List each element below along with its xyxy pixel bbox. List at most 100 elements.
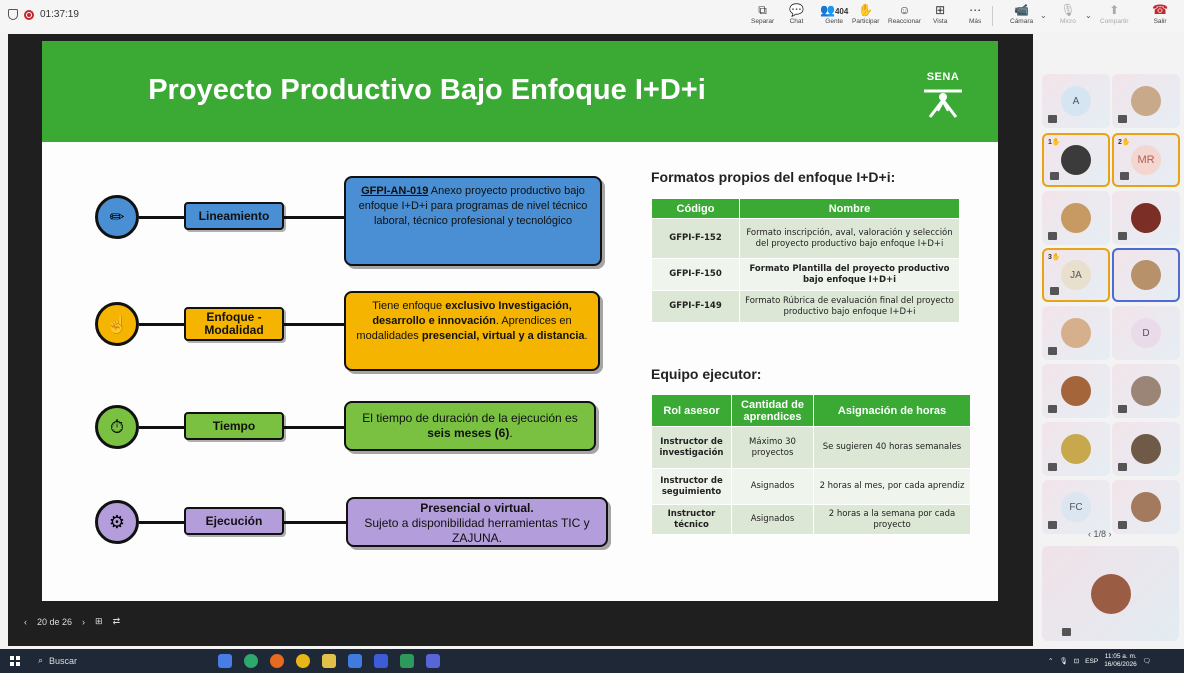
table-row: GFPI-F-149 Formato Rúbrica de evaluación…: [651, 290, 960, 323]
record-icon: [24, 9, 34, 20]
participant-tile[interactable]: [1112, 248, 1180, 302]
avatar: A: [1061, 86, 1091, 116]
participant-tile[interactable]: [1112, 191, 1180, 245]
participant-tile[interactable]: [1112, 364, 1180, 418]
slide-title: Proyecto Productivo Bajo Enfoque I+D+i: [148, 74, 706, 106]
avatar: JA: [1061, 260, 1091, 290]
camara-options-chevron-icon[interactable]: ⌄: [1040, 11, 1047, 20]
participant-tile[interactable]: [1112, 74, 1180, 128]
participants-pager: ‹ 1/8 ›: [1088, 529, 1112, 539]
participant-tile[interactable]: 2✋ MR: [1112, 133, 1180, 187]
taskbar-app-icon[interactable]: [348, 654, 362, 668]
notification-icon[interactable]: 🗨: [1143, 657, 1151, 665]
separar-button[interactable]: ⧉ Separar: [751, 2, 774, 30]
table-row: GFPI-F-150 Formato Plantilla del proyect…: [651, 258, 960, 291]
formatos-title: Formatos propios del enfoque I+D+i:: [651, 169, 896, 185]
grid-view-icon[interactable]: ⊞: [95, 616, 103, 627]
avatar: [1131, 203, 1161, 233]
label-tiempo: Tiempo: [184, 412, 284, 440]
mic-muted-icon: [1118, 463, 1127, 471]
avatar: [1061, 376, 1091, 406]
table-cell: Asignados: [731, 468, 814, 505]
micro-options-chevron-icon[interactable]: ⌄: [1085, 11, 1092, 20]
table-cell: GFPI-F-152: [651, 218, 740, 259]
table-header-row: Código Nombre: [651, 198, 960, 219]
participant-tile[interactable]: A: [1042, 74, 1110, 128]
ejecucion-box: Presencial o virtual. Sujeto a disponibil…: [346, 497, 608, 547]
avatar: MR: [1131, 145, 1161, 175]
taskbar-app-icon[interactable]: [218, 654, 232, 668]
chrome-icon[interactable]: [296, 654, 310, 668]
label-enfoque-modalidad: Enfoque - Modalidad: [184, 307, 284, 341]
next-slide-icon[interactable]: ›: [82, 617, 85, 627]
language-indicator[interactable]: ESP: [1085, 658, 1098, 665]
participant-tile[interactable]: FC: [1042, 480, 1110, 534]
excel-icon[interactable]: [400, 654, 414, 668]
table-cell: GFPI-F-149: [651, 290, 740, 323]
mic-muted-icon: [1050, 172, 1059, 180]
chevron-up-icon[interactable]: ⌃: [1048, 657, 1053, 665]
participant-tile[interactable]: D: [1112, 306, 1180, 360]
avatar: [1061, 203, 1091, 233]
prev-page-icon[interactable]: ‹: [1088, 529, 1091, 539]
mic-muted-icon: [1118, 115, 1127, 123]
chat-button[interactable]: 💬 Chat: [789, 2, 804, 30]
connector-line: [284, 521, 346, 524]
popout-icon: ⧉: [758, 3, 767, 17]
salir-button[interactable]: ☎ Salir: [1152, 2, 1168, 30]
file-explorer-icon[interactable]: [322, 654, 336, 668]
camara-button[interactable]: 📹 Cámara: [1010, 2, 1033, 30]
table-row: Instructor de seguimiento Asignados 2 ho…: [651, 468, 971, 505]
table-cell: Formato inscripción, aval, valoración y …: [739, 218, 960, 259]
connector-line: [139, 323, 184, 326]
micro-button[interactable]: 🎙 Micro: [1060, 2, 1076, 30]
gente-button[interactable]: 👥404 Gente: [820, 2, 848, 30]
compartir-button[interactable]: ⬆ Compartir: [1100, 2, 1129, 30]
table-cell: Instructor técnico: [651, 504, 732, 535]
participar-button[interactable]: ✋ Participar: [852, 2, 879, 30]
table-cell: Formato Plantilla del proyecto productiv…: [739, 258, 960, 291]
table-cell: Instructor de seguimiento: [651, 468, 732, 505]
slide-page-indicator: 20 de 26: [37, 616, 73, 627]
table-cell: Asignados: [731, 504, 814, 535]
firefox-icon[interactable]: [270, 654, 284, 668]
connector-line: [284, 323, 344, 326]
mic-icon[interactable]: 🎙: [1059, 657, 1067, 665]
participant-tile[interactable]: [1042, 422, 1110, 476]
connector-line: [284, 216, 344, 219]
next-page-icon[interactable]: ›: [1109, 529, 1112, 539]
teams-icon[interactable]: [426, 654, 440, 668]
mas-button[interactable]: ⋯ Más: [969, 2, 981, 30]
self-view-tile[interactable]: [1042, 546, 1179, 641]
table-row: GFPI-F-152 Formato inscripción, aval, va…: [651, 218, 960, 259]
network-icon[interactable]: ⊡: [1074, 657, 1079, 665]
sync-icon[interactable]: ⇄: [113, 616, 121, 627]
equipo-table: Rol asesor Cantidad de aprendices Asigna…: [651, 394, 971, 535]
taskbar-app-icon[interactable]: [374, 654, 388, 668]
reaccionar-button[interactable]: ☺ Reaccionar: [888, 2, 921, 30]
edge-icon[interactable]: [244, 654, 258, 668]
people-icon: 👥404: [820, 3, 849, 17]
windows-start-icon[interactable]: [10, 656, 20, 666]
recording-indicator: 01:37:19: [8, 9, 79, 20]
taskbar: ⌕ Buscar ⌃ 🎙 ⊡ ESP 11:05 a. m. 16/06/202…: [0, 649, 1184, 673]
avatar: FC: [1061, 492, 1091, 522]
connector-line: [139, 216, 184, 219]
participant-tile[interactable]: [1042, 191, 1110, 245]
participant-tile[interactable]: [1042, 364, 1110, 418]
recording-time: 01:37:19: [40, 9, 79, 20]
participant-tile[interactable]: [1112, 480, 1180, 534]
vista-button[interactable]: ⊞ Vista: [933, 2, 947, 30]
presentation-stage: Proyecto Productivo Bajo Enfoque I+D+i S…: [8, 34, 1033, 646]
table-cell: 2 horas al mes, por cada aprendiz: [813, 468, 971, 505]
participant-tile[interactable]: [1042, 306, 1110, 360]
participant-tile[interactable]: [1112, 422, 1180, 476]
raise-hand-icon: 2✋: [1118, 139, 1131, 146]
mic-muted-icon: [1048, 463, 1057, 471]
taskbar-search[interactable]: ⌕ Buscar: [38, 655, 77, 666]
prev-slide-icon[interactable]: ‹: [24, 617, 27, 627]
avatar: [1061, 318, 1091, 348]
clock[interactable]: 11:05 a. m. 16/06/2026: [1104, 653, 1137, 669]
participant-tile[interactable]: 3✋ JA: [1042, 248, 1110, 302]
participant-tile[interactable]: 1✋: [1042, 133, 1110, 187]
